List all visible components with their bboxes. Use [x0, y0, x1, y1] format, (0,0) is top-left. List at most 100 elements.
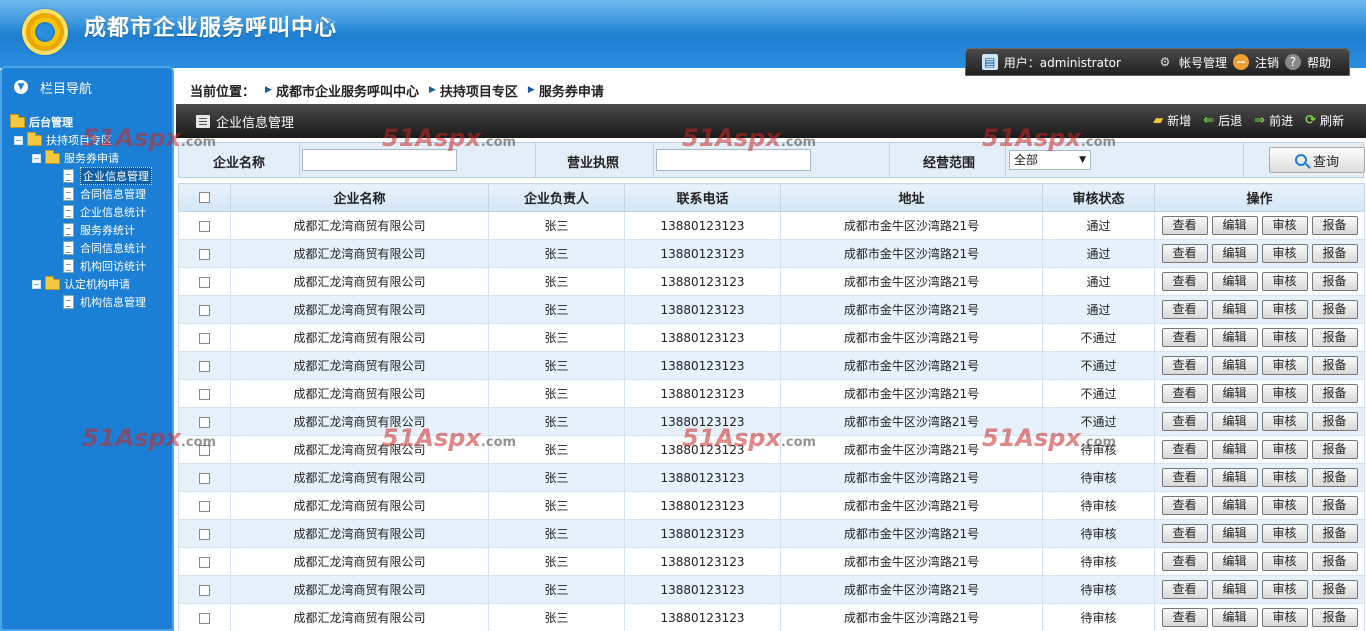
select-all-checkbox[interactable] [199, 192, 210, 203]
company-name-input[interactable] [302, 149, 457, 171]
edit-button[interactable]: 编辑 [1211, 412, 1258, 431]
breadcrumb-item[interactable]: 服务券申请 [539, 81, 604, 100]
row-checkbox[interactable] [199, 332, 210, 344]
sidebar-item[interactable]: − 扶持项目专区 [14, 131, 112, 148]
sidebar-item[interactable]: − 认定机构申请 [32, 275, 130, 292]
help-icon[interactable]: ? [1284, 54, 1301, 70]
column-header[interactable]: 企业名称 [230, 183, 489, 212]
report-button[interactable]: 报备 [1311, 328, 1358, 347]
tree-collapse-icon[interactable]: − [32, 279, 41, 289]
column-header[interactable]: 审核状态 [1042, 183, 1155, 212]
row-checkbox[interactable] [199, 416, 210, 428]
edit-button[interactable]: 编辑 [1211, 300, 1258, 319]
tree-collapse-icon[interactable]: − [14, 135, 23, 145]
report-button[interactable]: 报备 [1311, 412, 1358, 431]
logout-icon[interactable]: − [1232, 54, 1249, 70]
edit-button[interactable]: 编辑 [1211, 468, 1258, 487]
tree-collapse-icon[interactable]: − [32, 153, 41, 163]
sidebar-item[interactable]: − 服务券申请 [32, 149, 119, 166]
edit-button[interactable]: 编辑 [1211, 496, 1258, 515]
sidebar-item[interactable]: 后台管理 [10, 113, 73, 130]
view-button[interactable]: 查看 [1161, 328, 1208, 347]
action-refresh[interactable]: ⟳ 刷新 [1305, 112, 1344, 129]
review-button[interactable]: 审核 [1261, 552, 1308, 571]
row-checkbox[interactable] [199, 444, 210, 456]
edit-button[interactable]: 编辑 [1211, 328, 1258, 347]
report-button[interactable]: 报备 [1311, 356, 1358, 375]
row-checkbox[interactable] [199, 304, 210, 316]
edit-button[interactable]: 编辑 [1211, 384, 1258, 403]
view-button[interactable]: 查看 [1161, 496, 1208, 515]
edit-button[interactable]: 编辑 [1211, 552, 1258, 571]
view-button[interactable]: 查看 [1161, 356, 1208, 375]
review-button[interactable]: 审核 [1261, 580, 1308, 599]
sidebar-item[interactable]: 机构信息管理 [50, 294, 146, 310]
action-forward-arrow[interactable]: ⇒ 前进 [1254, 112, 1293, 129]
business-license-input[interactable] [656, 149, 811, 171]
edit-button[interactable]: 编辑 [1211, 356, 1258, 375]
report-button[interactable]: 报备 [1311, 468, 1358, 487]
view-button[interactable]: 查看 [1161, 216, 1208, 235]
row-checkbox[interactable] [199, 556, 210, 568]
report-button[interactable]: 报备 [1311, 216, 1358, 235]
logout-link[interactable]: 注销 [1255, 54, 1279, 71]
report-button[interactable]: 报备 [1311, 300, 1358, 319]
review-button[interactable]: 审核 [1261, 356, 1308, 375]
row-checkbox[interactable] [199, 612, 210, 624]
help-link[interactable]: 帮助 [1307, 54, 1331, 71]
row-checkbox[interactable] [199, 248, 210, 260]
account-link[interactable]: 帐号管理 [1179, 54, 1227, 71]
action-folder-add[interactable]: ▰ 新增 [1153, 112, 1191, 129]
breadcrumb-item[interactable]: 成都市企业服务呼叫中心 [276, 81, 419, 100]
view-button[interactable]: 查看 [1161, 468, 1208, 487]
view-button[interactable]: 查看 [1161, 300, 1208, 319]
view-button[interactable]: 查看 [1161, 608, 1208, 627]
sidebar-header[interactable]: ▼ 栏目导航 [2, 68, 172, 106]
view-button[interactable]: 查看 [1161, 412, 1208, 431]
row-checkbox[interactable] [199, 472, 210, 484]
row-checkbox[interactable] [199, 500, 210, 512]
review-button[interactable]: 审核 [1261, 384, 1308, 403]
query-button[interactable]: 查询 [1269, 147, 1365, 173]
sidebar-item[interactable]: 机构回访统计 [50, 258, 146, 274]
edit-button[interactable]: 编辑 [1211, 216, 1258, 235]
report-button[interactable]: 报备 [1311, 384, 1358, 403]
review-button[interactable]: 审核 [1261, 272, 1308, 291]
sidebar-item[interactable]: 合同信息管理 [50, 186, 146, 202]
row-checkbox[interactable] [199, 276, 210, 288]
view-button[interactable]: 查看 [1161, 272, 1208, 291]
view-button[interactable]: 查看 [1161, 524, 1208, 543]
report-button[interactable]: 报备 [1311, 608, 1358, 627]
row-checkbox[interactable] [199, 388, 210, 400]
sidebar-item[interactable]: 企业信息管理 [50, 167, 152, 185]
report-button[interactable]: 报备 [1311, 552, 1358, 571]
sidebar-item[interactable]: 企业信息统计 [50, 204, 146, 220]
column-header[interactable]: 企业负责人 [488, 183, 625, 212]
view-button[interactable]: 查看 [1161, 440, 1208, 459]
edit-button[interactable]: 编辑 [1211, 580, 1258, 599]
review-button[interactable]: 审核 [1261, 216, 1308, 235]
report-button[interactable]: 报备 [1311, 244, 1358, 263]
review-button[interactable]: 审核 [1261, 300, 1308, 319]
edit-button[interactable]: 编辑 [1211, 608, 1258, 627]
review-button[interactable]: 审核 [1261, 244, 1308, 263]
review-button[interactable]: 审核 [1261, 608, 1308, 627]
review-button[interactable]: 审核 [1261, 496, 1308, 515]
action-back-arrow[interactable]: ⇐ 后退 [1203, 112, 1242, 129]
view-button[interactable]: 查看 [1161, 244, 1208, 263]
view-button[interactable]: 查看 [1161, 552, 1208, 571]
review-button[interactable]: 审核 [1261, 524, 1308, 543]
report-button[interactable]: 报备 [1311, 524, 1358, 543]
review-button[interactable]: 审核 [1261, 440, 1308, 459]
collapse-icon[interactable]: ▼ [14, 80, 28, 94]
review-button[interactable]: 审核 [1261, 328, 1308, 347]
column-header[interactable]: 联系电话 [624, 183, 781, 212]
view-button[interactable]: 查看 [1161, 384, 1208, 403]
breadcrumb-item[interactable]: 扶持项目专区 [440, 81, 518, 100]
row-checkbox[interactable] [199, 220, 210, 232]
report-button[interactable]: 报备 [1311, 440, 1358, 459]
report-button[interactable]: 报备 [1311, 272, 1358, 291]
edit-button[interactable]: 编辑 [1211, 272, 1258, 291]
business-scope-select[interactable]: 全部 ▼ [1009, 150, 1091, 170]
row-checkbox[interactable] [199, 360, 210, 372]
